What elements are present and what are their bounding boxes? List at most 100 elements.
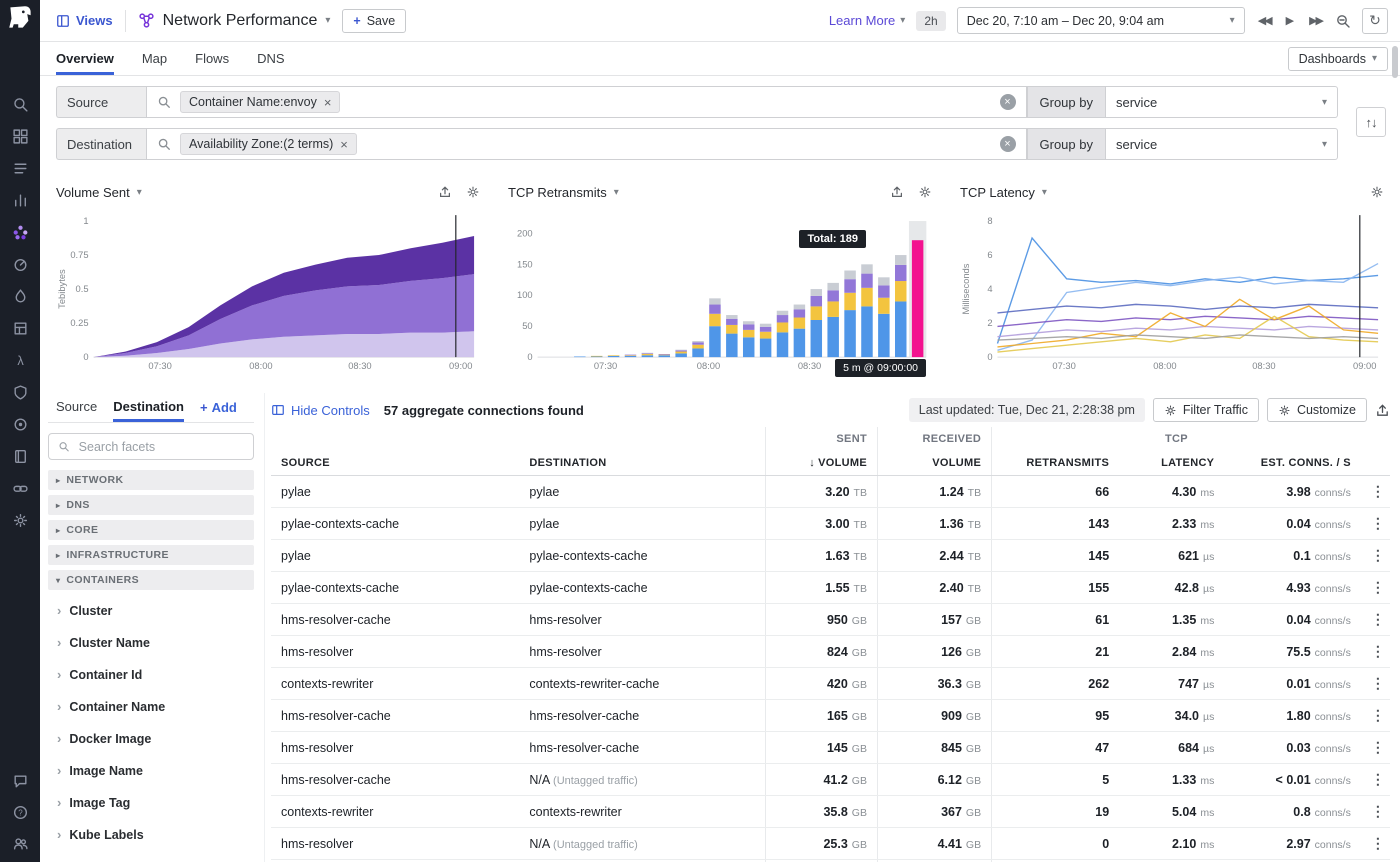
chart-title-dropdown[interactable]: TCP Retransmits ▾ — [508, 185, 619, 200]
skip-back-button[interactable]: ◀◀ — [1256, 12, 1273, 29]
column-header-volume-received[interactable]: VOLUME — [877, 451, 991, 476]
customize-button[interactable]: Customize — [1267, 398, 1367, 422]
column-header-destination[interactable]: DESTINATION — [519, 451, 765, 476]
column-header-latency[interactable]: LATENCY — [1119, 451, 1224, 476]
facet-item-cluster[interactable]: ›Cluster — [48, 595, 254, 627]
remove-pill-icon[interactable]: × — [340, 138, 348, 151]
column-header-conns[interactable]: EST. CONNS. / S — [1224, 451, 1361, 476]
table-row[interactable]: hms-resolver-cacheN/A (Untagged traffic)… — [271, 764, 1390, 796]
tab-dns[interactable]: DNS — [257, 42, 284, 75]
facet-item-image-name[interactable]: ›Image Name — [48, 755, 254, 787]
views-button[interactable]: Views — [56, 13, 113, 28]
destination-groupby-select[interactable]: service ▾ — [1106, 128, 1338, 160]
tab-flows[interactable]: Flows — [195, 42, 229, 75]
filter-traffic-button[interactable]: Filter Traffic — [1153, 398, 1259, 422]
org-icon[interactable] — [11, 834, 29, 852]
integrations-icon[interactable] — [11, 479, 29, 497]
refresh-button[interactable]: ↻ — [1362, 8, 1388, 34]
search-icon[interactable] — [11, 95, 29, 113]
export-icon[interactable] — [890, 185, 904, 199]
chart-title-dropdown[interactable]: Volume Sent ▾ — [56, 185, 142, 200]
facet-item-cluster-name[interactable]: ›Cluster Name — [48, 627, 254, 659]
facet-item-kube-labels[interactable]: ›Kube Labels — [48, 819, 254, 851]
dashboards-dropdown[interactable]: Dashboards ▾ — [1288, 47, 1388, 71]
export-icon[interactable] — [1375, 403, 1390, 418]
datadog-logo-icon[interactable] — [7, 5, 34, 35]
row-menu-kebab-icon[interactable]: ⋮ — [1361, 668, 1390, 700]
row-menu-kebab-icon[interactable]: ⋮ — [1361, 732, 1390, 764]
row-menu-kebab-icon[interactable]: ⋮ — [1361, 572, 1390, 604]
table-row[interactable]: hms-resolverN/A (Untagged traffic)25.3GB… — [271, 828, 1390, 860]
row-menu-kebab-icon[interactable]: ⋮ — [1361, 764, 1390, 796]
network-icon[interactable] — [11, 223, 29, 241]
column-header-retransmits[interactable]: RETRANSMITS — [992, 451, 1120, 476]
facet-item-container-id[interactable]: ›Container Id — [48, 659, 254, 691]
row-menu-kebab-icon[interactable]: ⋮ — [1361, 604, 1390, 636]
facet-group-containers[interactable]: ▾CONTAINERS — [48, 570, 254, 590]
volume-sent-chart[interactable]: 00.250.50.75107:3008:0008:3009:00Tebibyt… — [56, 208, 480, 385]
facet-group-dns[interactable]: ▸DNS — [48, 495, 254, 515]
swap-source-destination-button[interactable]: ↑↓ — [1356, 107, 1386, 137]
gear-icon[interactable] — [466, 185, 480, 199]
facet-search-box[interactable] — [48, 433, 254, 460]
help-icon[interactable]: ? — [11, 803, 29, 821]
row-menu-kebab-icon[interactable]: ⋮ — [1361, 508, 1390, 540]
gear-icon[interactable] — [1370, 185, 1384, 199]
table-row[interactable]: pylaepylae3.20TB1.24TB664.30ms3.98conns/… — [271, 476, 1390, 508]
column-header-volume-sent[interactable]: ↓VOLUME — [766, 451, 878, 476]
security-icon[interactable] — [11, 383, 29, 401]
source-search-box[interactable]: Container Name:envoy × × — [146, 86, 1027, 118]
facet-tab-destination[interactable]: Destination — [113, 393, 184, 422]
destination-filter-pill[interactable]: Availability Zone:(2 terms) × — [180, 133, 357, 155]
chart-title-dropdown[interactable]: TCP Latency ▾ — [960, 185, 1047, 200]
learn-more-dropdown[interactable]: Learn More ▾ — [829, 13, 906, 28]
facet-item-docker-image[interactable]: ›Docker Image — [48, 723, 254, 755]
table-row[interactable]: contexts-rewritercontexts-rewriter35.8GB… — [271, 796, 1390, 828]
row-menu-kebab-icon[interactable]: ⋮ — [1361, 700, 1390, 732]
zoom-out-icon[interactable] — [1335, 13, 1351, 29]
row-menu-kebab-icon[interactable]: ⋮ — [1361, 828, 1390, 860]
chat-icon[interactable] — [11, 772, 29, 790]
hide-controls-button[interactable]: Hide Controls — [271, 403, 370, 418]
time-preset-badge[interactable]: 2h — [916, 11, 945, 31]
column-header-source[interactable]: SOURCE — [271, 451, 519, 476]
serverless-icon[interactable]: λ — [11, 351, 29, 369]
save-button[interactable]: + Save — [342, 9, 406, 33]
skip-forward-button[interactable]: ▶▶ — [1307, 12, 1324, 29]
play-button[interactable]: ▶ — [1284, 12, 1296, 29]
notebooks-icon[interactable] — [11, 447, 29, 465]
facet-item-image-tag[interactable]: ›Image Tag — [48, 787, 254, 819]
tab-overview[interactable]: Overview — [56, 42, 114, 75]
page-title-dropdown[interactable]: Network Performance ▾ — [138, 12, 331, 30]
page-scrollbar[interactable] — [1392, 46, 1398, 78]
table-row[interactable]: hms-resolverhms-resolver-cache145GB845GB… — [271, 732, 1390, 764]
remove-pill-icon[interactable]: × — [324, 96, 332, 109]
apm-icon[interactable] — [11, 255, 29, 273]
table-row[interactable]: hms-resolverhms-resolver824GB126GB212.84… — [271, 636, 1390, 668]
table-row[interactable]: hms-resolver-cachehms-resolver-cache165G… — [271, 700, 1390, 732]
clear-source-filter-icon[interactable]: × — [1000, 94, 1016, 110]
facet-item-container-name[interactable]: ›Container Name — [48, 691, 254, 723]
destination-search-box[interactable]: Availability Zone:(2 terms) × × — [146, 128, 1027, 160]
gear-icon[interactable] — [918, 185, 932, 199]
table-row[interactable]: hms-resolver-cachehms-resolver950GB157GB… — [271, 604, 1390, 636]
facet-group-infrastructure[interactable]: ▸INFRASTRUCTURE — [48, 545, 254, 565]
table-row[interactable]: pylae-contexts-cachepylae3.00TB1.36TB143… — [271, 508, 1390, 540]
logs-icon[interactable] — [11, 159, 29, 177]
tcp-retransmits-chart[interactable]: 05010015020007:3008:0008:30 Total: 189 5… — [508, 208, 932, 385]
containers-icon[interactable] — [11, 319, 29, 337]
facet-search-input[interactable] — [77, 439, 244, 455]
facet-tab-source[interactable]: Source — [56, 393, 97, 422]
facet-group-network[interactable]: ▸NETWORK — [48, 470, 254, 490]
tcp-latency-chart[interactable]: 0246807:3008:0008:3009:00Milliseconds — [960, 208, 1384, 385]
row-menu-kebab-icon[interactable]: ⋮ — [1361, 476, 1390, 508]
tab-map[interactable]: Map — [142, 42, 167, 75]
clear-destination-filter-icon[interactable]: × — [1000, 136, 1016, 152]
table-row[interactable]: pylae-contexts-cachepylae-contexts-cache… — [271, 572, 1390, 604]
row-menu-kebab-icon[interactable]: ⋮ — [1361, 636, 1390, 668]
table-row[interactable]: pylaepylae-contexts-cache1.63TB2.44TB145… — [271, 540, 1390, 572]
profiling-icon[interactable] — [11, 287, 29, 305]
add-facet-button[interactable]: + Add — [200, 400, 237, 415]
row-menu-kebab-icon[interactable]: ⋮ — [1361, 540, 1390, 572]
metrics-icon[interactable] — [11, 191, 29, 209]
